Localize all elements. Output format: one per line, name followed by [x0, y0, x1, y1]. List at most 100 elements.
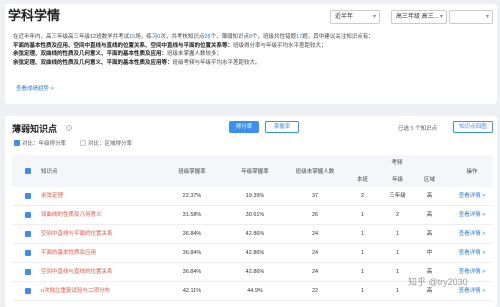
col-freq-area: 区域: [423, 177, 435, 183]
row-checkbox[interactable]: [25, 231, 31, 237]
class-rate: 36.84%: [182, 269, 202, 275]
tab-score-rate[interactable]: 得分率: [229, 121, 259, 133]
summary-text-c: 次，共考核知识点: [160, 34, 205, 40]
col-freq-grade: 年级: [391, 177, 403, 183]
freq-grade: 三年级: [389, 193, 406, 199]
table-header: 知识点 班级掌握率 年级掌握率 班级未掌握人数 考频 本班 年级 区域 操作: [12, 155, 493, 187]
grade-rate: 19.39%: [245, 193, 265, 199]
freq-class: 1: [360, 250, 365, 256]
class-rate: 31.58%: [182, 212, 202, 218]
freq-class: 1: [360, 288, 365, 294]
grade-rate: 42.86%: [245, 231, 265, 237]
view-detail-link[interactable]: 查看详情 >: [452, 244, 492, 263]
summary-line-1: 在近半年内，高三年级高三年级12班数学共考试15场，练习0次，共考核知识点28个…: [13, 33, 487, 42]
view-detail-link[interactable]: 查看详情 >: [452, 187, 492, 206]
grade-rate: 44.9%: [247, 288, 263, 294]
row-checkbox[interactable]: [25, 269, 31, 275]
kp-name[interactable]: 余弦定理: [41, 187, 63, 206]
unmastered-count: 37: [311, 193, 319, 199]
row-checkbox[interactable]: [25, 250, 31, 256]
compare-area-label: 区域得分率: [104, 141, 133, 147]
help-icon[interactable]: ?: [66, 125, 72, 131]
selected-count: 5: [410, 126, 414, 132]
summary-text: 在近半年内，高三年级高三年级12班数学共考试15场，练习0次，共考核知识点28个…: [13, 33, 487, 68]
col-action: 操作: [466, 169, 478, 175]
freq-grade: 1: [395, 231, 400, 237]
col-grade-rate: 年级掌握率: [241, 169, 269, 175]
table-row: 余弦定理 22.37% 19.39% 37 2 三年级 高 查看详情 >: [12, 187, 493, 206]
summary-line-4: 余弦定理、双曲线的性质及几何意义、平面的基本性质及应用等：班级考频与年级平均水平…: [13, 59, 487, 68]
freq-grade: 1: [395, 269, 400, 275]
col-unmastered: 班级未掌握人数: [295, 169, 335, 175]
class-rate: 36.84%: [182, 231, 202, 237]
table-row: 空间中直线与平面的位置关系 36.84% 42.86% 24 1 1 高 查看详…: [12, 225, 493, 244]
section-title: 薄弱知识点: [12, 124, 58, 134]
row-checkbox[interactable]: [25, 193, 31, 199]
freq-area: 高: [426, 212, 433, 218]
col-class-rate: 班级掌握率: [178, 169, 206, 175]
tab-mastery-rate[interactable]: 掌握率: [265, 121, 299, 133]
class-value: 高三年级 高三...: [396, 14, 439, 20]
class-select[interactable]: 高三年级 高三... ▾: [391, 10, 447, 24]
kp-name[interactable]: n次独立重复试验与二项分布: [41, 282, 110, 301]
summary-text-a: 在近半年内，高三年级高三年级12班数学共考试: [13, 34, 130, 40]
table-row: 双曲线的性质及几何意义 31.58% 30.61% 26 1 2 高 查看详情 …: [12, 206, 493, 225]
row-checkbox[interactable]: [25, 212, 31, 218]
class-rate: 42.11%: [182, 288, 202, 294]
chevron-down-icon: ▾: [439, 14, 443, 20]
time-range-value: 近半年: [335, 14, 354, 20]
freq-class: 1: [360, 212, 365, 218]
summary-line-3-rest: 班级未掌握人数较多；: [167, 51, 223, 58]
col-freq-class: 本班: [356, 177, 368, 183]
unmastered-count: 24: [311, 250, 319, 256]
select-all-checkbox[interactable]: [25, 168, 31, 174]
selected-count-text: 已选 5 个知识点: [398, 124, 437, 132]
selected-prefix: 已选: [398, 126, 410, 132]
freq-grade: 1: [395, 288, 400, 294]
unmastered-count: 24: [311, 231, 319, 237]
compare-grade-toggle[interactable]: 对比：年级得分率: [14, 139, 66, 147]
freq-area: 中: [426, 250, 433, 256]
class-rate: 36.84%: [182, 250, 202, 256]
summary-line-2: 平面的基本性质及应用、空间中直线与直线的位置关系、空间中直线与平面的位置关系等：…: [13, 42, 487, 51]
summary-text-d: 个，薄弱知识点: [210, 34, 249, 40]
unmastered-count: 22: [311, 288, 319, 294]
checkbox-unchecked-icon[interactable]: [80, 140, 86, 146]
summary-line-3: 余弦定理、双曲线的性质及几何意义、平面的基本性质及应用：班级未掌握人数较多；: [13, 50, 487, 59]
subject-select[interactable]: ▾: [449, 10, 493, 24]
row-checkbox[interactable]: [25, 288, 31, 294]
checkbox-checked-icon[interactable]: [14, 140, 20, 146]
freq-class: 2: [360, 193, 365, 199]
grade-rate: 30.61%: [245, 212, 265, 218]
summary-line-2-rest: 班级得分率与年级平均水平差距较大；: [233, 42, 327, 49]
table-row: 平面的基本性质及应用 36.84% 42.86% 24 1 1 中 查看详情 >: [12, 244, 493, 263]
summary-text-e: 个，班级共性错题: [252, 34, 297, 40]
chevron-down-icon: ▾: [485, 14, 489, 20]
grade-rate: 42.86%: [245, 250, 265, 256]
view-detail-link[interactable]: 查看详情 >: [452, 206, 492, 225]
watermark: 知乎 @try2030: [408, 277, 468, 287]
summary-line-4-rest: 班级考频与年级平均水平差距较大。: [172, 60, 261, 67]
col-kp: 知识点: [41, 169, 58, 175]
freq-area: 高: [426, 193, 433, 199]
score-trend-link[interactable]: 查看成绩趋势 >: [16, 84, 54, 92]
summary-line-3-bold: 余弦定理、双曲线的性质及几何意义、平面的基本性质及应用：: [13, 51, 168, 58]
kp-name[interactable]: 空间中直线与直线的位置关系: [41, 263, 113, 282]
chevron-down-icon: ▾: [372, 14, 376, 20]
time-range-select[interactable]: 近半年 ▾: [330, 10, 380, 24]
kp-name[interactable]: 平面的基本性质及应用: [41, 244, 96, 263]
freq-grade: 1: [395, 250, 400, 256]
summary-text-f: 题，其中建议关注知识点有：: [302, 34, 374, 40]
kp-name[interactable]: 空间中直线与平面的位置关系: [41, 225, 113, 244]
unmastered-count: 24: [311, 269, 319, 275]
view-detail-link[interactable]: 查看详情 >: [452, 225, 492, 244]
freq-area: 高: [426, 231, 433, 237]
compare-area-toggle[interactable]: 对比：区域得分率: [80, 139, 132, 147]
summary-text-b: 场，练习: [135, 34, 158, 40]
freq-grade: 2: [395, 212, 400, 218]
kp-analysis-button[interactable]: 知识点四图: [453, 121, 493, 133]
grade-rate: 42.86%: [245, 269, 265, 275]
kp-name[interactable]: 双曲线的性质及几何意义: [41, 206, 102, 225]
compare-grade-label: 年级得分率: [38, 141, 67, 147]
class-rate: 22.37%: [182, 193, 202, 199]
